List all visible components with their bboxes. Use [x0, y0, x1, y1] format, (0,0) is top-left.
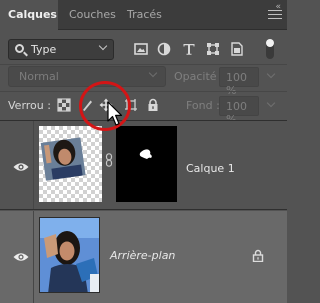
adjustment-filter-icon[interactable] [157, 42, 171, 56]
panel-menu-icon[interactable] [268, 10, 282, 20]
lock-transparent-pixels-icon[interactable] [57, 98, 71, 112]
divider [33, 121, 34, 209]
opacity-input[interactable]: 100 % [219, 67, 259, 97]
toggle-knob [266, 39, 274, 47]
layer-name[interactable]: Arrière-plan [110, 249, 175, 262]
fill-chevron-icon[interactable] [266, 98, 276, 108]
blend-mode-value: Normal [19, 70, 59, 83]
layer-mask-thumbnail[interactable] [116, 126, 177, 202]
blend-opacity-row: Normal Opacité : 100 % [0, 66, 287, 97]
mouse-pointer-icon [107, 101, 123, 126]
layer-lock-icon[interactable] [252, 249, 264, 262]
shape-filter-icon[interactable] [206, 42, 220, 56]
type-filter-icon[interactable] [182, 42, 196, 56]
chevron-down-icon [148, 68, 158, 78]
layer-name[interactable]: Calque 1 [186, 162, 235, 175]
lock-all-icon[interactable] [146, 98, 160, 112]
smart-object-filter-icon[interactable] [230, 42, 244, 56]
lock-row: Verrou : Fond : 100 % [0, 93, 287, 126]
divider [0, 64, 287, 65]
background-thumbnail[interactable] [39, 217, 100, 293]
fill-label: Fond : [186, 99, 220, 112]
blend-mode-select[interactable]: Normal [8, 66, 166, 87]
divider [33, 211, 34, 303]
filter-kind-label: Type [31, 43, 57, 56]
tab-layers[interactable]: Calques [0, 0, 58, 31]
lock-label: Verrou : [8, 99, 51, 112]
tab-channels[interactable]: Couches [61, 0, 124, 30]
opacity-label: Opacité : [174, 70, 224, 83]
layer-row-background[interactable]: Arrière-plan [0, 211, 287, 303]
portrait-photo-image [40, 218, 99, 292]
filter-toolbar: Type [0, 31, 287, 65]
mask-shape [139, 149, 152, 159]
mask-link-icon[interactable] [105, 153, 113, 167]
filter-toggle-switch[interactable] [266, 39, 274, 59]
filter-kind-select[interactable]: Type [8, 39, 114, 60]
portrait-cutout-image [40, 137, 86, 181]
panel-tab-bar: Calques Couches Tracés « [0, 0, 287, 31]
opacity-chevron-icon[interactable] [266, 69, 276, 79]
divider [0, 91, 287, 92]
visibility-eye-icon[interactable] [13, 162, 29, 172]
layer-thumbnail[interactable] [39, 126, 102, 202]
highlight-annotation-ring [79, 81, 131, 131]
image-filter-icon[interactable] [134, 42, 148, 56]
fill-input[interactable]: 100 % [219, 96, 259, 126]
chevron-down-icon [98, 41, 108, 51]
search-icon [15, 44, 24, 53]
tab-paths[interactable]: Tracés [119, 0, 170, 30]
visibility-eye-icon[interactable] [13, 252, 29, 262]
layer-row[interactable]: Calque 1 [0, 120, 287, 210]
